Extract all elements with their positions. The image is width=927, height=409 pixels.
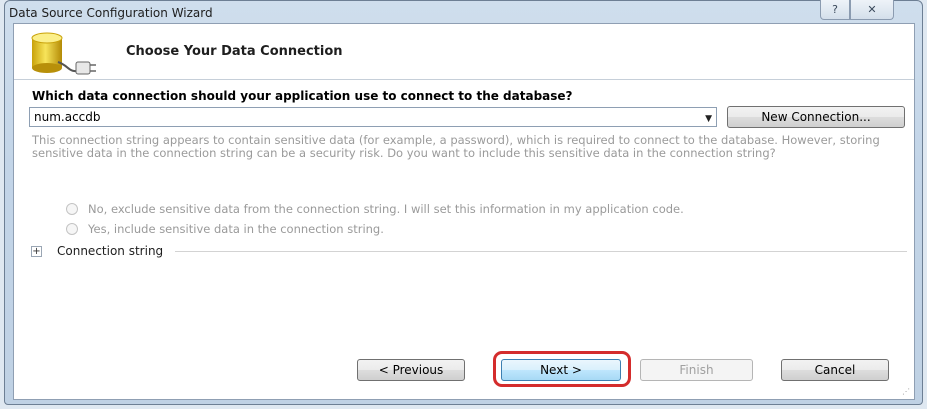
finish-button: Finish <box>640 359 753 381</box>
close-button[interactable]: ✕ <box>850 0 894 20</box>
expand-icon[interactable]: + <box>31 245 42 257</box>
exclude-radio[interactable] <box>66 203 78 215</box>
exclude-sensitive-option[interactable]: No, exclude sensitive data from the conn… <box>66 202 684 216</box>
include-radio[interactable] <box>66 223 78 235</box>
connection-dropdown[interactable]: num.accdb ▼ <box>29 107 717 127</box>
connection-string-label: Connection string <box>57 244 164 258</box>
next-button[interactable]: Next > <box>501 359 621 381</box>
include-label: Yes, include sensitive data in the conne… <box>88 222 384 236</box>
include-sensitive-option[interactable]: Yes, include sensitive data in the conne… <box>66 222 384 236</box>
help-button[interactable]: ? <box>820 0 850 20</box>
cancel-button[interactable]: Cancel <box>781 359 889 381</box>
wizard-header: Choose Your Data Connection <box>14 24 914 80</box>
window-title: Data Source Configuration Wizard <box>9 6 213 20</box>
new-connection-button[interactable]: New Connection... <box>727 106 905 128</box>
connection-dropdown-value: num.accdb <box>34 110 101 124</box>
wizard-content: Choose Your Data Connection Which data c… <box>13 23 915 400</box>
help-icon: ? <box>832 3 838 16</box>
page-title: Choose Your Data Connection <box>126 44 343 59</box>
database-plug-icon <box>31 32 96 75</box>
wizard-window: Data Source Configuration Wizard ? ✕ Cho… <box>4 0 923 405</box>
connection-question: Which data connection should your applic… <box>32 89 573 103</box>
close-icon: ✕ <box>867 3 877 16</box>
wizard-footer: < Previous Next > Finish Cancel ⋰ <box>14 347 914 399</box>
chevron-down-icon[interactable]: ▼ <box>705 110 712 128</box>
connection-string-section: + Connection string <box>31 243 907 259</box>
previous-button[interactable]: < Previous <box>357 359 465 381</box>
exclude-label: No, exclude sensitive data from the conn… <box>88 202 684 216</box>
sensitive-data-description: This connection string appears to contai… <box>32 133 880 160</box>
divider <box>175 250 907 252</box>
resize-grip-icon[interactable]: ⋰ <box>902 387 912 397</box>
